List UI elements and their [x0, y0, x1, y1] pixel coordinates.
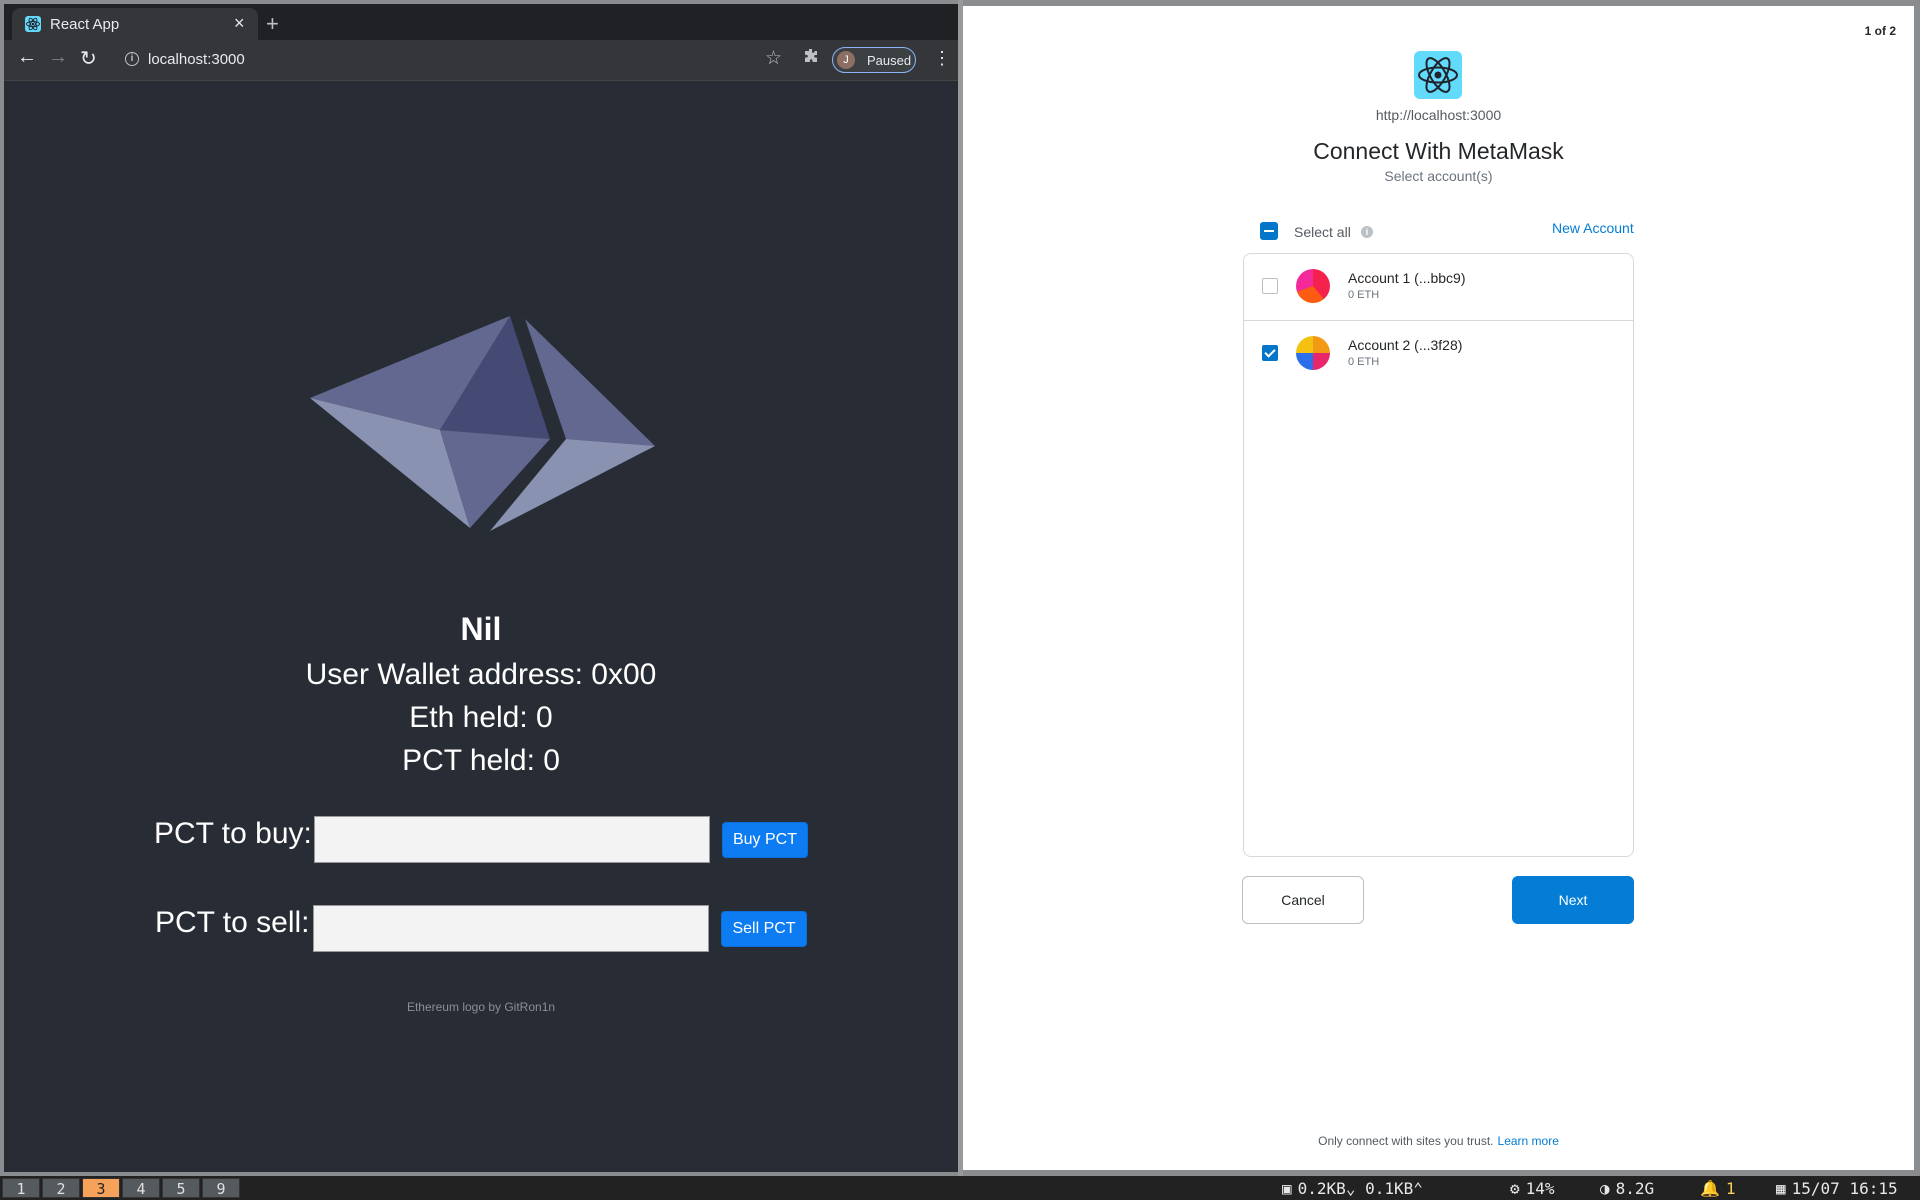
memory-status: ◑ 8.2G [1600, 1179, 1655, 1198]
bell-icon: 🔔 [1700, 1179, 1720, 1198]
cpu-icon: ⚙ [1510, 1179, 1520, 1198]
buy-label: PCT to buy: [154, 817, 312, 850]
account-list: Account 1 (...bbc9) 0 ETH Account 2 (...… [1243, 253, 1634, 857]
pct-held: PCT held: 0 [402, 744, 560, 777]
browser-window: React App × + ← → ↻ i localhost:3000 ☆ J… [4, 4, 958, 1172]
account-row[interactable]: Account 1 (...bbc9) 0 ETH [1244, 254, 1633, 321]
connect-title: Connect With MetaMask [1313, 138, 1564, 164]
logo-credit: Ethereum logo by GitRon1n [406, 1000, 556, 1014]
react-app-page: Nil User Wallet address: 0x00 Eth held: … [4, 81, 958, 1172]
profile-avatar: J [837, 51, 855, 69]
extensions-puzzle-icon[interactable] [803, 48, 819, 69]
account-name: Account 1 (...bbc9) [1348, 270, 1466, 286]
metamask-window: 1 of 2 http://localhost:3000 Connect Wit… [963, 6, 1914, 1170]
network-status: ▣ 0.2KB⌄ 0.1KB⌃ [1282, 1179, 1423, 1198]
account-name: Account 2 (...3f28) [1348, 337, 1463, 353]
net-up: 0.1KB [1365, 1179, 1414, 1198]
site-url: http://localhost:3000 [1375, 107, 1502, 123]
sell-amount-input[interactable] [313, 905, 709, 952]
reload-icon[interactable]: ↻ [80, 46, 97, 71]
buy-amount-input[interactable] [314, 816, 710, 863]
browser-menu-icon[interactable]: ⋮ [933, 48, 951, 69]
account-avatar [1296, 336, 1330, 370]
trust-text: Only connect with sites you trust. [1318, 1134, 1494, 1148]
status-bar: 1 2 3 4 5 9 ▣ 0.2KB⌄ 0.1KB⌃ ⚙ 14% ◑ 8.2G 🔔 1… [0, 1176, 1920, 1200]
new-account-link[interactable]: New Account [1552, 220, 1634, 236]
learn-more-link[interactable]: Learn more [1498, 1134, 1559, 1148]
react-favicon-icon [25, 16, 41, 32]
bookmark-star-icon[interactable]: ☆ [765, 47, 782, 70]
account-row[interactable]: Account 2 (...3f28) 0 ETH [1244, 321, 1633, 387]
tab-strip: React App × + [4, 4, 958, 40]
wallet-address: User Wallet address: 0x00 [305, 658, 657, 691]
clock: ▦ 15/07 16:15 [1776, 1179, 1898, 1198]
account-balance: 0 ETH [1348, 289, 1380, 301]
sell-pct-button[interactable]: Sell PCT [721, 911, 807, 947]
calendar-icon: ▦ [1776, 1179, 1786, 1198]
ethereum-logo [310, 316, 655, 531]
info-icon[interactable]: i [1361, 226, 1373, 238]
net-down: 0.2KB [1297, 1179, 1346, 1198]
tab-title: React App [50, 16, 120, 33]
account-checkbox[interactable] [1262, 345, 1278, 361]
select-all-label: Select all [1294, 224, 1351, 240]
new-tab-button[interactable]: + [266, 11, 279, 37]
connect-subtitle: Select account(s) [1384, 168, 1493, 184]
forward-arrow-icon[interactable]: → [48, 46, 68, 69]
memory-icon: ◑ [1600, 1179, 1610, 1198]
cancel-button[interactable]: Cancel [1242, 876, 1364, 924]
workspace-2[interactable]: 2 [42, 1178, 80, 1198]
eth-held: Eth held: 0 [409, 701, 553, 734]
browser-toolbar: ← → ↻ i localhost:3000 ☆ J Paused ⋮ [4, 40, 958, 81]
notification-status[interactable]: 🔔 1 [1700, 1179, 1736, 1198]
next-button[interactable]: Next [1512, 876, 1634, 924]
network-icon: ▣ [1282, 1179, 1292, 1198]
account-checkbox[interactable] [1262, 278, 1278, 294]
workspace-4[interactable]: 4 [122, 1178, 160, 1198]
back-arrow-icon[interactable]: ← [17, 46, 37, 69]
page-counter: 1 of 2 [1864, 24, 1896, 38]
account-avatar [1296, 269, 1330, 303]
buy-pct-button[interactable]: Buy PCT [722, 822, 808, 858]
tab-close-icon[interactable]: × [234, 13, 245, 34]
address-bar[interactable]: localhost:3000 [148, 51, 245, 68]
workspace-9[interactable]: 9 [202, 1178, 240, 1198]
workspace-1[interactable]: 1 [2, 1178, 40, 1198]
profile-button[interactable]: J Paused [832, 47, 916, 73]
workspace-5[interactable]: 5 [162, 1178, 200, 1198]
cpu-status: ⚙ 14% [1510, 1179, 1555, 1198]
trust-notice: Only connect with sites you trust. Learn … [963, 1134, 1914, 1148]
site-info-icon[interactable]: i [125, 52, 139, 66]
tab-react-app[interactable]: React App × [12, 8, 258, 40]
account-balance: 0 ETH [1348, 356, 1380, 368]
profile-status: Paused [867, 53, 912, 68]
page-heading: Nil [460, 611, 502, 647]
workspace-3[interactable]: 3 [82, 1178, 120, 1198]
react-site-icon [1414, 51, 1462, 99]
sell-label: PCT to sell: [155, 906, 310, 939]
select-all-checkbox[interactable] [1260, 222, 1278, 240]
